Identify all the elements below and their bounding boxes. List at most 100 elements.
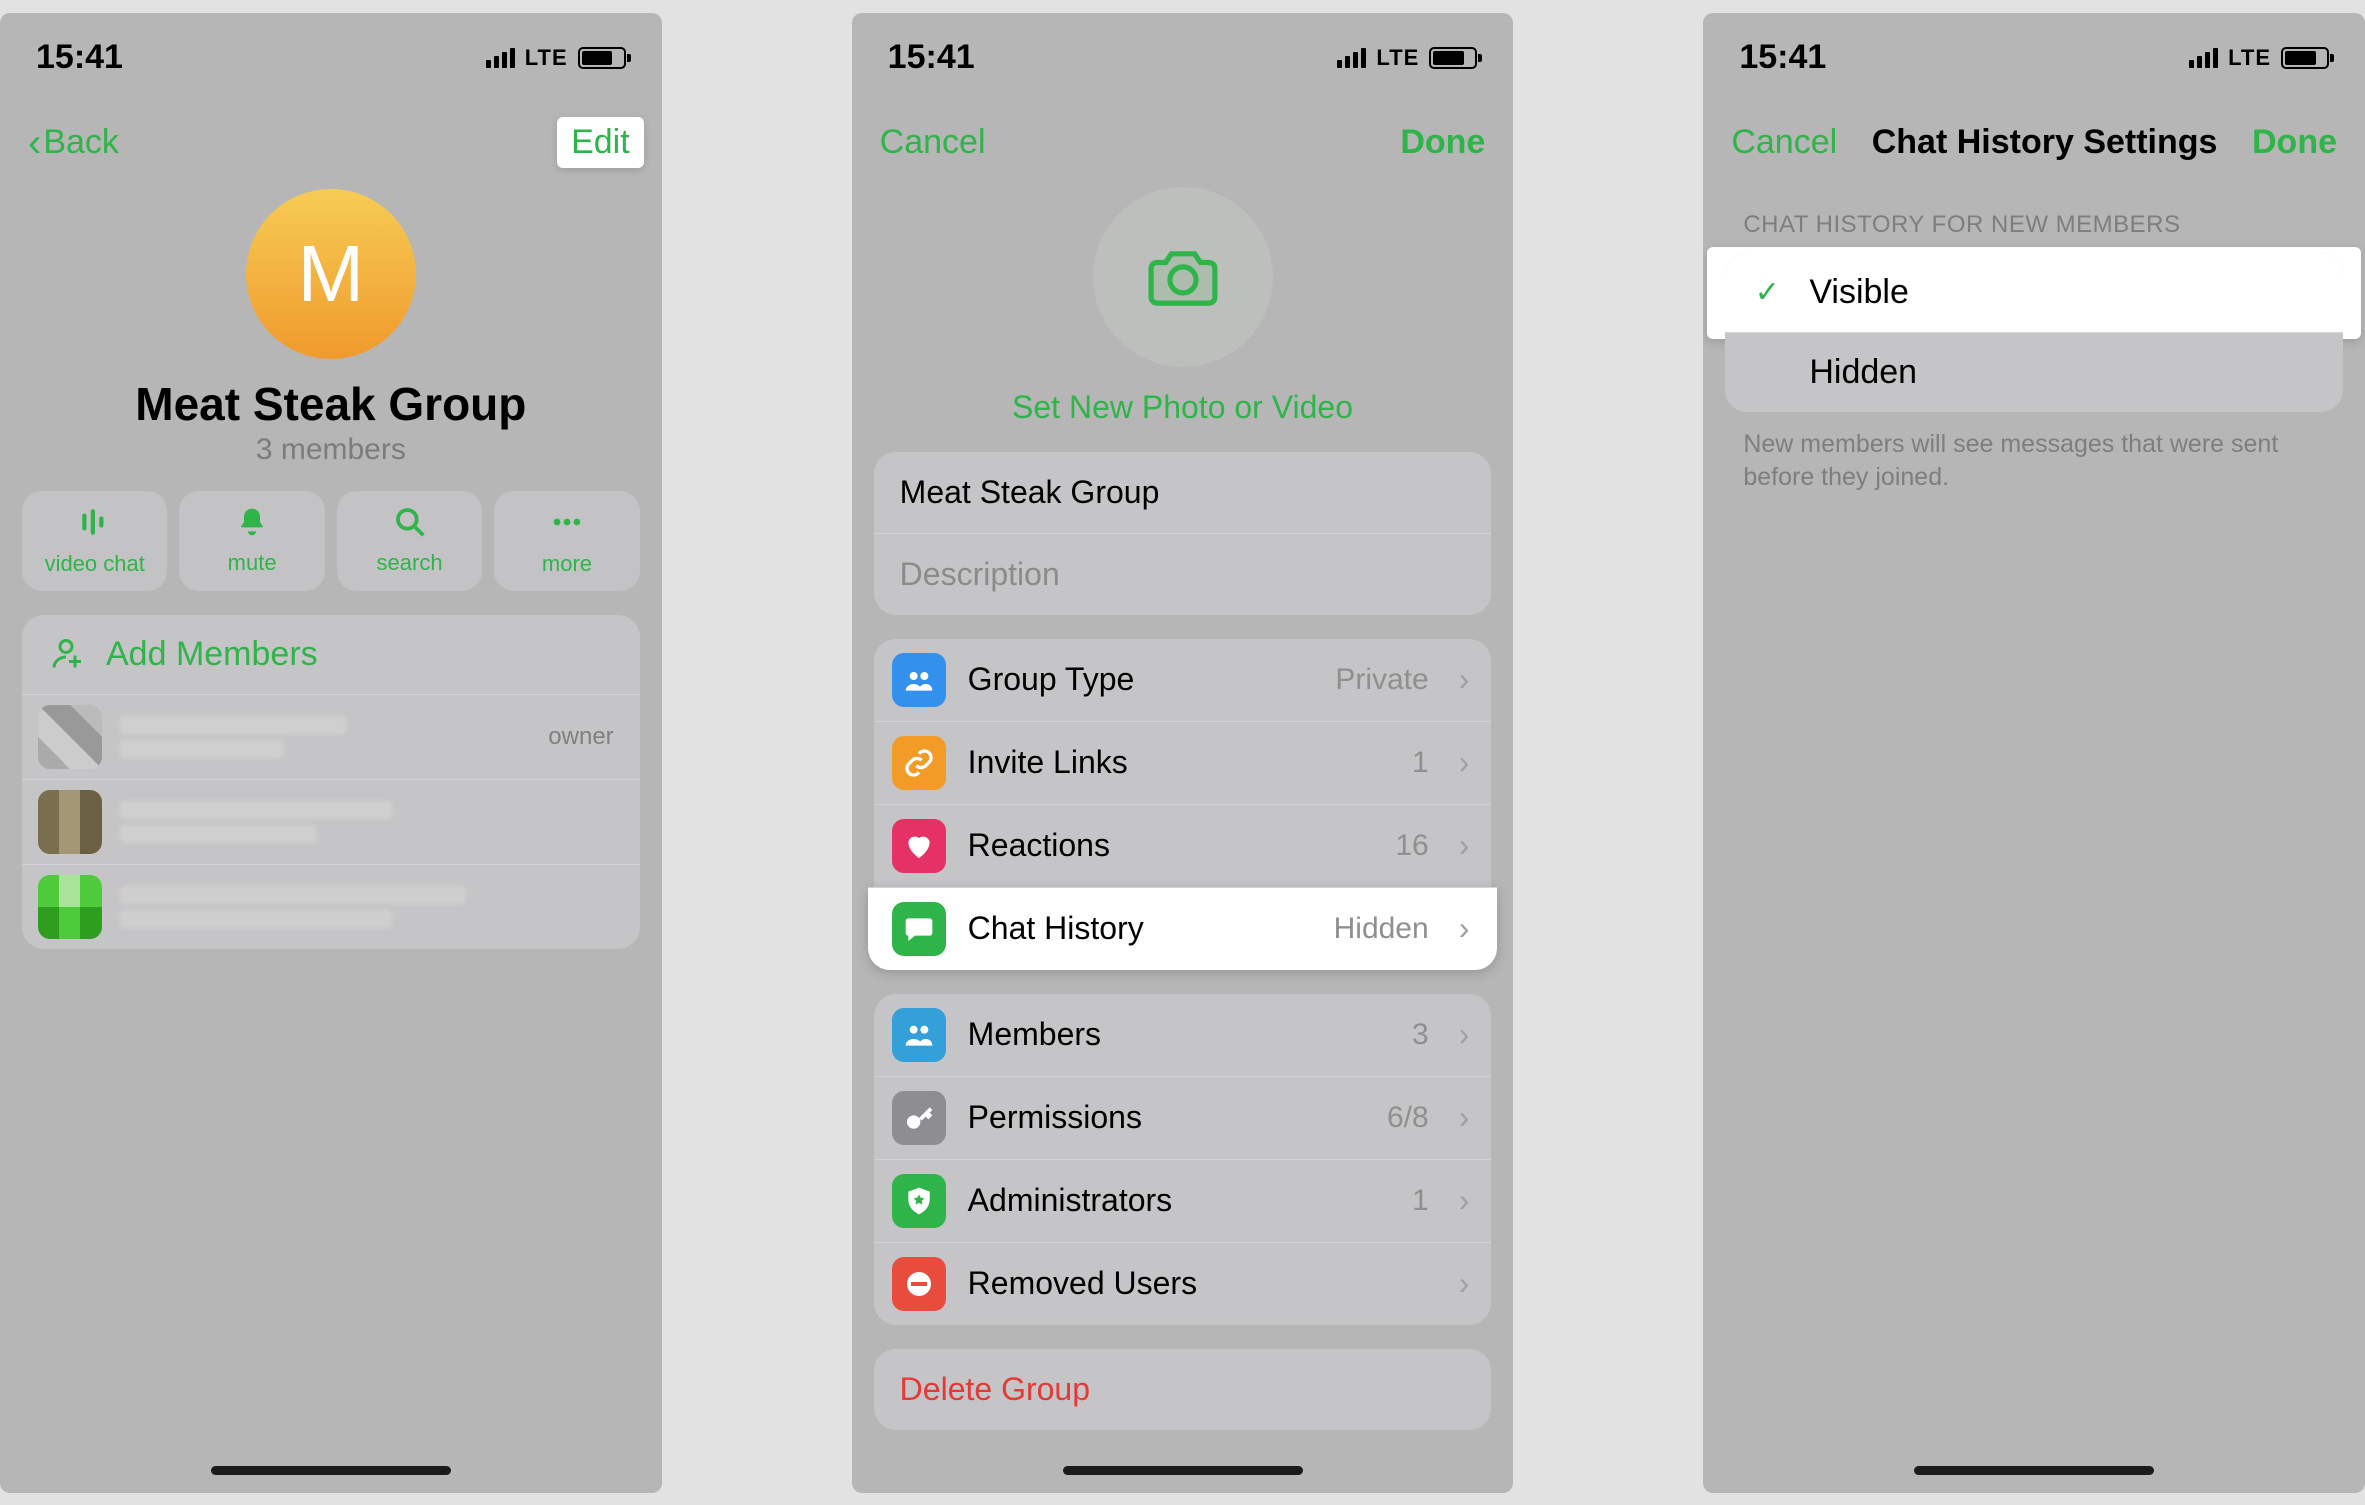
group-type-row[interactable]: Group Type Private › [874,639,1492,721]
home-indicator[interactable] [211,1466,451,1475]
cellular-signal-icon [2189,48,2218,68]
permissions-label: Permissions [968,1099,1365,1136]
member-name-redacted [120,716,530,758]
members-row[interactable]: Members 3 › [874,994,1492,1076]
members-label: Members [968,1016,1390,1053]
permissions-row[interactable]: Permissions 6/8 › [874,1076,1492,1159]
more-button[interactable]: more [494,491,639,591]
reactions-row[interactable]: Reactions 16 › [874,804,1492,887]
group-type-value: Private [1335,663,1428,697]
group-name-value: Meat Steak Group [900,474,1160,510]
cancel-button[interactable]: Cancel [880,123,986,162]
network-label: LTE [525,45,568,71]
status-indicators: LTE [1337,45,1477,71]
administrators-row[interactable]: Administrators 1 › [874,1159,1492,1242]
group-settings-card: Group Type Private › Invite Links 1 › Re… [874,639,1492,970]
status-time: 15:41 [1739,38,1826,77]
delete-group-label: Delete Group [900,1371,1090,1407]
chat-history-row[interactable]: Chat History Hidden › [868,887,1498,970]
link-icon [892,736,946,790]
member-row[interactable] [22,864,640,949]
option-hidden[interactable]: Hidden [1725,332,2343,412]
cancel-button[interactable]: Cancel [1731,123,1837,162]
search-icon [394,506,426,544]
video-chat-button[interactable]: video chat [22,491,167,591]
set-photo-circle[interactable] [1093,187,1273,367]
removed-users-row[interactable]: Removed Users › [874,1242,1492,1325]
members-value: 3 [1412,1018,1429,1052]
invite-links-row[interactable]: Invite Links 1 › [874,721,1492,804]
edit-button[interactable]: Edit [557,117,644,168]
done-button[interactable]: Done [2252,123,2337,162]
description-placeholder: Description [900,556,1060,592]
home-indicator[interactable] [1063,1466,1303,1475]
group-name-label: Meat Steak Group [0,377,662,431]
member-count-label: 3 members [0,433,662,467]
done-label: Done [2252,123,2337,162]
camera-icon [1148,248,1218,306]
cellular-signal-icon [1337,48,1366,68]
chevron-right-icon: › [1459,1016,1470,1053]
reactions-label: Reactions [968,827,1374,864]
description-input[interactable]: Description [874,534,1492,615]
home-indicator[interactable] [1914,1466,2154,1475]
back-button[interactable]: ‹ Back [28,123,119,163]
key-icon [892,1091,946,1145]
network-label: LTE [2228,45,2271,71]
set-photo-label: Set New Photo or Video [1012,389,1353,425]
mute-button[interactable]: mute [179,491,324,591]
action-buttons-row: video chat mute search more [0,491,662,591]
done-label: Done [1400,123,1485,162]
video-chat-label: video chat [45,551,145,577]
delete-group-button[interactable]: Delete Group [874,1349,1492,1430]
name-description-card: Meat Steak Group Description [874,452,1492,615]
status-time: 15:41 [888,38,975,77]
status-bar: 15:41 LTE [852,13,1514,103]
member-row[interactable]: owner [22,694,640,779]
set-photo-button[interactable]: Set New Photo or Video [852,389,1514,426]
more-label: more [542,551,592,577]
chevron-right-icon: › [1459,1265,1470,1302]
ellipsis-icon [550,505,584,545]
status-bar: 15:41 LTE [0,13,662,103]
members-card: Add Members owner [22,615,640,949]
members-icon [892,1008,946,1062]
nav-bar: Cancel Done [852,103,1514,183]
screen-edit-group: 15:41 LTE Cancel Done Set New Photo or V… [852,13,1514,1493]
group-type-label: Group Type [968,661,1314,698]
section-header: CHAT HISTORY FOR NEW MEMBERS [1703,183,2365,253]
battery-icon [1429,47,1477,69]
option-visible[interactable]: ✓ Visible [1725,253,2343,332]
bell-icon [236,506,268,544]
network-label: LTE [1376,45,1419,71]
done-button[interactable]: Done [1400,123,1485,162]
screen-group-info: 15:41 LTE ‹ Back Edit M Meat Steak Group… [0,13,662,1493]
status-indicators: LTE [2189,45,2329,71]
reactions-value: 16 [1395,829,1428,863]
chat-history-label: Chat History [968,910,1312,947]
checkmark-icon: ✓ [1751,275,1783,310]
nav-bar: ‹ Back Edit [0,103,662,183]
chevron-right-icon: › [1459,744,1470,781]
section-footer: New members will see messages that were … [1703,412,2365,512]
member-name-redacted [120,886,614,928]
member-avatar [38,875,102,939]
video-chat-icon [78,505,112,545]
member-avatar [38,705,102,769]
group-name-input[interactable]: Meat Steak Group [874,452,1492,534]
owner-tag: owner [548,723,613,751]
add-members-button[interactable]: Add Members [22,615,640,694]
edit-label: Edit [571,123,630,162]
avatar-letter: M [298,228,365,320]
group-avatar[interactable]: M [246,189,416,359]
mute-label: mute [228,550,277,576]
chevron-right-icon: › [1459,827,1470,864]
option-visible-label: Visible [1809,273,1909,312]
status-bar: 15:41 LTE [1703,13,2365,103]
chevron-right-icon: › [1459,1182,1470,1219]
cancel-label: Cancel [880,123,986,162]
status-indicators: LTE [486,45,626,71]
search-button[interactable]: search [337,491,482,591]
member-row[interactable] [22,779,640,864]
chat-history-value: Hidden [1334,912,1429,946]
